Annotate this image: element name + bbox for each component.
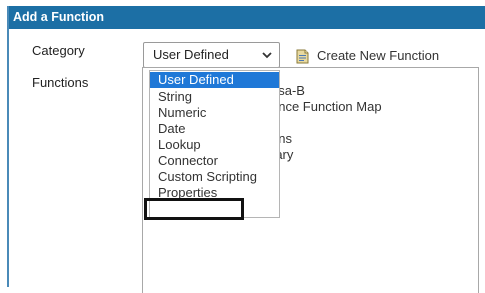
dropdown-option-date[interactable]: Date <box>150 121 279 137</box>
dropdown-option-numeric[interactable]: Numeric <box>150 105 279 121</box>
list-item[interactable]: ence Function Map <box>271 99 382 114</box>
create-new-function-label: Create New Function <box>317 48 440 63</box>
dialog-title: Add a Function <box>9 6 485 29</box>
dropdown-option-string[interactable]: String <box>150 89 279 105</box>
dropdown-option-properties[interactable]: Properties <box>150 185 279 201</box>
add-function-dialog: Add a Function Category Functions User D… <box>7 6 485 293</box>
category-select[interactable]: User Defined <box>143 42 280 68</box>
category-select-value: User Defined <box>153 47 229 62</box>
dropdown-option-custom-scripting[interactable]: Custom Scripting <box>150 169 279 185</box>
document-icon <box>296 49 309 63</box>
dropdown-option-user-defined[interactable]: User Defined <box>150 72 279 88</box>
category-label: Category <box>32 43 85 58</box>
dropdown-option-connector[interactable]: Connector <box>150 153 279 169</box>
functions-label: Functions <box>32 75 89 90</box>
category-dropdown-list: User Defined String Numeric Date Lookup … <box>149 70 280 218</box>
dropdown-option-lookup[interactable]: Lookup <box>150 137 279 153</box>
create-new-function-button[interactable]: Create New Function <box>296 46 439 66</box>
